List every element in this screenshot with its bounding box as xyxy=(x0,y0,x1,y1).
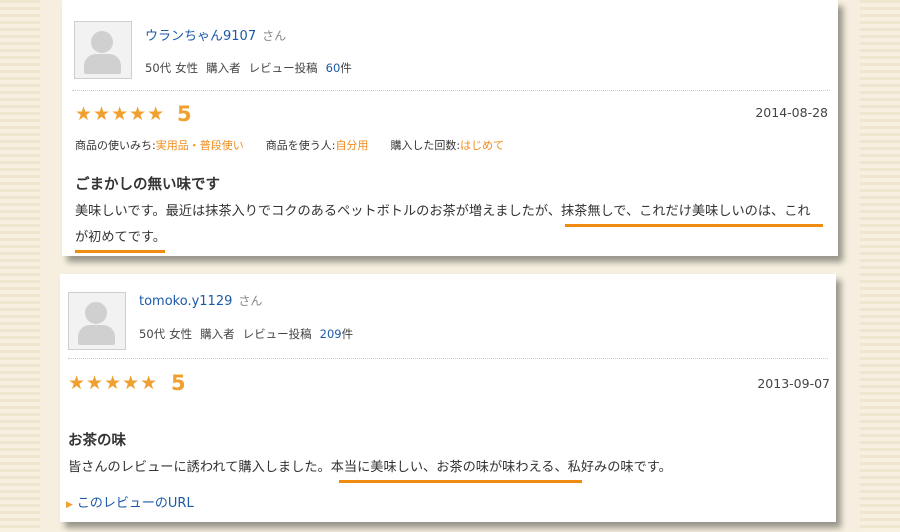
divider xyxy=(68,358,828,359)
buyer-badge: 購入者 xyxy=(206,61,241,75)
reviewer-name[interactable]: tomoko.y1129 さん xyxy=(139,292,262,309)
review-body: 皆さんのレビューに誘われて購入しました。本当に美味しい、お茶の味が味わえる、私好… xyxy=(68,460,672,475)
avatar-head-icon xyxy=(91,31,113,53)
reviewer-age: 50代 xyxy=(145,61,172,75)
review-title: ごまかしの無い味です xyxy=(75,177,220,193)
usage-how-label: 商品の使いみち: xyxy=(75,139,156,152)
review-title: お茶の味 xyxy=(68,433,126,449)
star-rating-icon: ★★★★★ xyxy=(75,103,166,125)
review-date: 2013-09-07 xyxy=(757,376,830,391)
background-texture-right xyxy=(860,0,900,532)
usage-info: 商品の使いみち:実用品・普段使い 商品を使う人:自分用 購入した回数:はじめて xyxy=(75,137,504,153)
rating-score: 5 xyxy=(171,371,186,395)
avatar xyxy=(68,292,126,350)
star-rating-icon: ★★★★★ xyxy=(68,372,159,394)
honorific: さん xyxy=(238,294,263,308)
review-date: 2014-08-28 xyxy=(755,105,828,120)
background-texture-left xyxy=(0,0,40,532)
reviewer-gender: 女性 xyxy=(169,327,193,341)
review-count-unit: 件 xyxy=(341,327,354,341)
review-body-line: 美味しいです。最近は抹茶入りでコクのあるペットボトルのお茶が増えましたが、抹茶無… xyxy=(75,204,811,219)
reviewer-gender: 女性 xyxy=(175,61,199,75)
review-url-label[interactable]: このレビューのURL xyxy=(77,496,194,511)
reviewer-meta: 50代 女性 購入者 レビュー投稿 60件 xyxy=(145,60,360,76)
divider xyxy=(72,90,830,91)
avatar-body-icon xyxy=(84,54,121,74)
avatar-body-icon xyxy=(78,325,115,345)
review-count-link[interactable]: 209 xyxy=(320,327,342,341)
review-post-label: レビュー投稿 xyxy=(242,327,312,341)
review-url-link[interactable]: ▶ このレビューのURL xyxy=(66,492,194,511)
reviewer-name[interactable]: ウランちゃん9107 さん xyxy=(145,25,286,44)
reviewer-name-link[interactable]: ウランちゃん9107 xyxy=(145,29,256,44)
triangle-right-icon: ▶ xyxy=(66,500,73,510)
review-count-unit: 件 xyxy=(340,61,352,75)
reviewer-age: 50代 xyxy=(139,327,166,341)
honorific: さん xyxy=(262,29,287,43)
avatar-head-icon xyxy=(85,302,107,324)
review-card: tomoko.y1129 さん 50代 女性 購入者 レビュー投稿 209件 ★★★★★ … xyxy=(60,274,836,522)
highlight-underline xyxy=(75,250,165,253)
usage-who-label: 商品を使う人: xyxy=(265,139,336,152)
usage-times-value: はじめて xyxy=(460,139,505,152)
reviewer-meta: 50代 女性 購入者 レビュー投稿 209件 xyxy=(139,326,361,342)
usage-who-value: 自分用 xyxy=(335,139,369,152)
buyer-badge: 購入者 xyxy=(200,327,235,341)
avatar xyxy=(74,21,132,79)
rating-score: 5 xyxy=(177,102,192,126)
highlight-underline xyxy=(565,224,823,227)
highlight-underline xyxy=(339,480,582,483)
review-count-link[interactable]: 60 xyxy=(326,61,341,75)
reviewer-name-link[interactable]: tomoko.y1129 xyxy=(139,294,232,309)
usage-how-value: 実用品・普段使い xyxy=(155,139,244,152)
review-body-line: が初めてです。 xyxy=(75,230,166,245)
usage-times-label: 購入した回数: xyxy=(390,139,461,152)
review-post-label: レビュー投稿 xyxy=(248,61,318,75)
review-card: ウランちゃん9107 さん 50代 女性 購入者 レビュー投稿 60件 ★★★★★ 5 2… xyxy=(62,0,838,256)
